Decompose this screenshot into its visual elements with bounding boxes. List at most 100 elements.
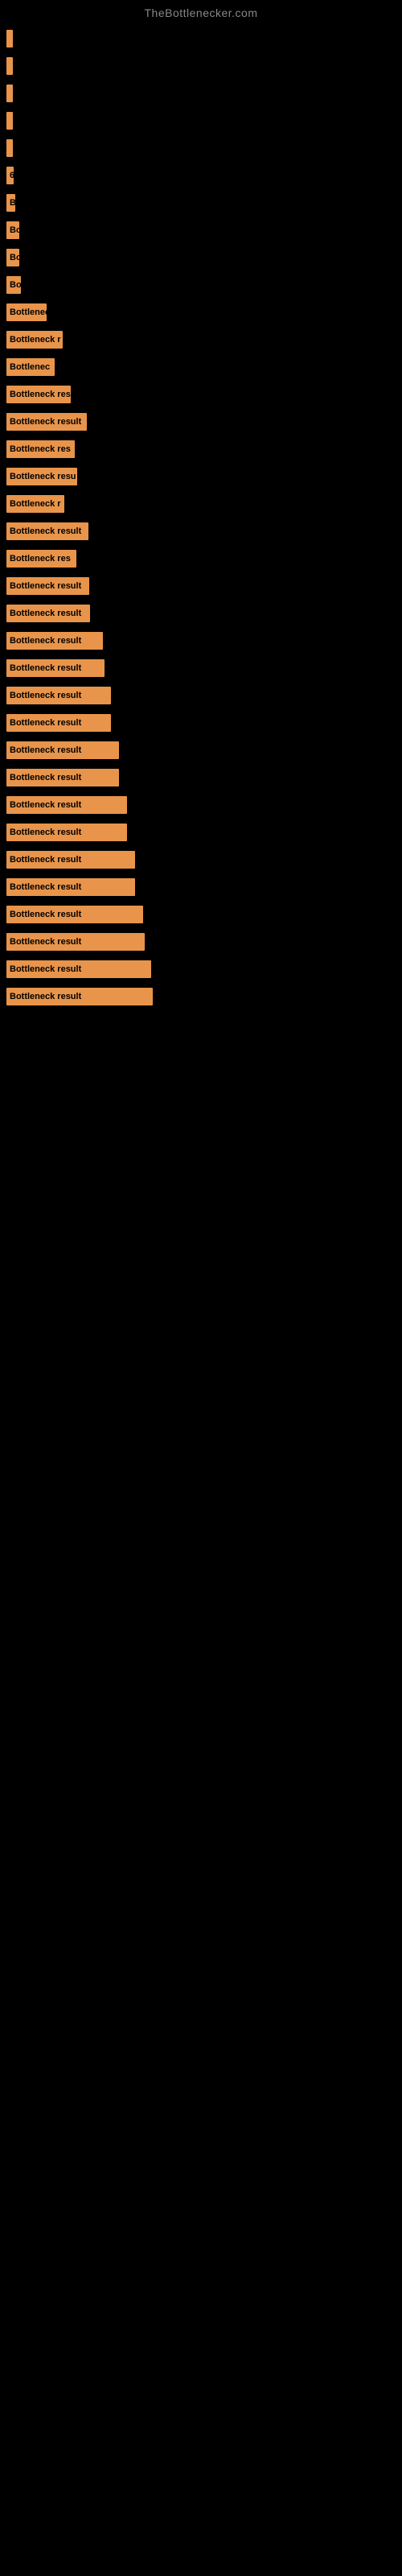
bar-6: 6 (6, 167, 14, 184)
bar-27: Bottleneck result (6, 741, 119, 759)
bar-32: Bottleneck result (6, 878, 135, 896)
bar-35: Bottleneck result (6, 960, 151, 978)
bar-label-7: B (10, 198, 15, 208)
bar-28: Bottleneck result (6, 769, 119, 786)
bar-row-16: Bottleneck res (6, 438, 402, 460)
bar-row-1 (6, 27, 402, 50)
bar-label-30: Bottleneck result (10, 828, 81, 837)
bar-row-7: B (6, 192, 402, 214)
bar-1 (6, 30, 13, 47)
bars-container: 6 B Bo Bo Bo Bottlenec Bottleneck r Bottlenec Bo… (0, 27, 402, 1008)
bar-31: Bottleneck result (6, 851, 135, 869)
bar-7: B (6, 194, 15, 212)
bar-label-36: Bottleneck result (10, 992, 81, 1001)
bar-label-28: Bottleneck result (10, 773, 81, 782)
bar-label-31: Bottleneck result (10, 855, 81, 865)
bar-26: Bottleneck result (6, 714, 111, 732)
bar-row-17: Bottleneck resu (6, 465, 402, 488)
bar-row-15: Bottleneck result (6, 411, 402, 433)
bar-5 (6, 139, 13, 157)
bar-row-33: Bottleneck result (6, 903, 402, 926)
bar-label-32: Bottleneck result (10, 882, 81, 892)
bar-row-32: Bottleneck result (6, 876, 402, 898)
bar-row-28: Bottleneck result (6, 766, 402, 789)
bar-row-29: Bottleneck result (6, 794, 402, 816)
bar-row-11: Bottlenec (6, 301, 402, 324)
bar-17: Bottleneck resu (6, 468, 77, 485)
bar-2 (6, 57, 13, 75)
bar-label-8: Bo (10, 225, 19, 235)
bar-34: Bottleneck result (6, 933, 145, 951)
bar-25: Bottleneck result (6, 687, 111, 704)
bar-13: Bottlenec (6, 358, 55, 376)
bar-14: Bottleneck res (6, 386, 71, 403)
bar-11: Bottlenec (6, 303, 47, 321)
bar-label-29: Bottleneck result (10, 800, 81, 810)
bar-label-13: Bottlenec (10, 362, 50, 372)
bar-row-18: Bottleneck r (6, 493, 402, 515)
bar-label-18: Bottleneck r (10, 499, 61, 509)
bar-16: Bottleneck res (6, 440, 75, 458)
bar-row-27: Bottleneck result (6, 739, 402, 762)
bar-row-4 (6, 109, 402, 132)
bar-row-25: Bottleneck result (6, 684, 402, 707)
bar-label-15: Bottleneck result (10, 417, 81, 427)
bar-label-24: Bottleneck result (10, 663, 81, 673)
bar-label-26: Bottleneck result (10, 718, 81, 728)
bar-33: Bottleneck result (6, 906, 143, 923)
bar-row-12: Bottleneck r (6, 328, 402, 351)
bar-row-26: Bottleneck result (6, 712, 402, 734)
bar-label-33: Bottleneck result (10, 910, 81, 919)
bar-20: Bottleneck res (6, 550, 76, 568)
bar-8: Bo (6, 221, 19, 239)
bar-label-16: Bottleneck res (10, 444, 71, 454)
bar-row-31: Bottleneck result (6, 848, 402, 871)
bar-4 (6, 112, 13, 130)
bar-row-8: Bo (6, 219, 402, 242)
bar-row-10: Bo (6, 274, 402, 296)
bar-row-35: Bottleneck result (6, 958, 402, 980)
bar-18: Bottleneck r (6, 495, 64, 513)
bar-label-23: Bottleneck result (10, 636, 81, 646)
bar-15: Bottleneck result (6, 413, 87, 431)
bar-row-22: Bottleneck result (6, 602, 402, 625)
bar-10: Bo (6, 276, 21, 294)
bar-29: Bottleneck result (6, 796, 127, 814)
bar-label-11: Bottlenec (10, 308, 47, 317)
bar-label-34: Bottleneck result (10, 937, 81, 947)
bar-row-3 (6, 82, 402, 105)
bar-row-9: Bo (6, 246, 402, 269)
bar-23: Bottleneck result (6, 632, 103, 650)
bar-row-21: Bottleneck result (6, 575, 402, 597)
bar-label-22: Bottleneck result (10, 609, 81, 618)
bar-label-14: Bottleneck res (10, 390, 71, 399)
bar-12: Bottleneck r (6, 331, 63, 349)
bar-22: Bottleneck result (6, 605, 90, 622)
bar-row-34: Bottleneck result (6, 931, 402, 953)
bar-label-17: Bottleneck resu (10, 472, 76, 481)
bar-row-14: Bottleneck res (6, 383, 402, 406)
bar-label-10: Bo (10, 280, 21, 290)
bar-21: Bottleneck result (6, 577, 89, 595)
site-title: TheBottlenecker.com (0, 0, 402, 23)
bar-row-36: Bottleneck result (6, 985, 402, 1008)
bar-24: Bottleneck result (6, 659, 105, 677)
bar-row-30: Bottleneck result (6, 821, 402, 844)
bar-label-25: Bottleneck result (10, 691, 81, 700)
bar-9: Bo (6, 249, 19, 266)
bar-row-20: Bottleneck res (6, 547, 402, 570)
bar-label-27: Bottleneck result (10, 745, 81, 755)
bar-label-19: Bottleneck result (10, 526, 81, 536)
bar-30: Bottleneck result (6, 824, 127, 841)
bar-label-35: Bottleneck result (10, 964, 81, 974)
bar-3 (6, 85, 13, 102)
bar-label-6: 6 (10, 171, 14, 180)
bar-label-12: Bottleneck r (10, 335, 61, 345)
bar-row-13: Bottlenec (6, 356, 402, 378)
bar-row-6: 6 (6, 164, 402, 187)
bar-row-24: Bottleneck result (6, 657, 402, 679)
bar-label-20: Bottleneck res (10, 554, 71, 564)
bar-row-5 (6, 137, 402, 159)
bar-row-2 (6, 55, 402, 77)
bar-19: Bottleneck result (6, 522, 88, 540)
